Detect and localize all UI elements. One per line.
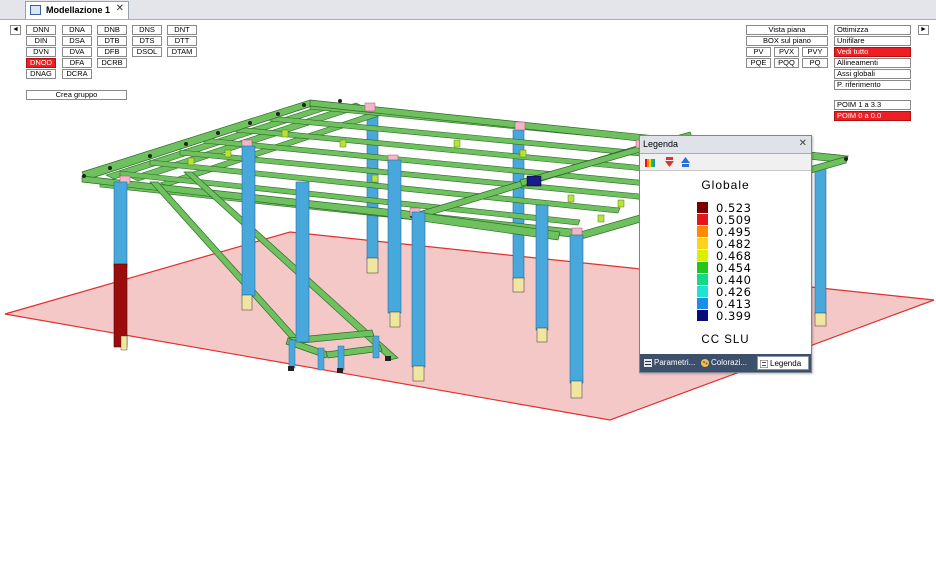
color-swatch	[697, 250, 708, 261]
filter-button-dns[interactable]: DNS	[132, 25, 162, 35]
filter-button-dtb[interactable]: DTB	[97, 36, 127, 46]
pqq-button[interactable]: PQQ	[774, 58, 799, 68]
pv-button[interactable]: PV	[746, 47, 771, 57]
box-sul-piano-button[interactable]: BOX sul piano	[746, 36, 828, 46]
filter-button-dsa[interactable]: DSA	[62, 36, 92, 46]
color-scale-icon[interactable]	[645, 157, 656, 167]
color-swatch	[697, 214, 708, 225]
scroll-right-button[interactable]: ►	[918, 25, 929, 35]
pvx-button[interactable]: PVX	[774, 47, 799, 57]
assi-globali-button[interactable]: Assi globali	[834, 69, 911, 79]
pvy-button[interactable]: PVY	[802, 47, 828, 57]
filter-button-dna[interactable]: DNA	[62, 25, 92, 35]
unifilare-button[interactable]: Unifilare	[834, 36, 911, 46]
tab-label: Legenda	[770, 359, 802, 368]
document-tab-bar: Modellazione 1 ✕	[0, 0, 936, 20]
legend-icon	[760, 360, 768, 368]
color-swatch	[697, 274, 708, 285]
filter-button-dnb[interactable]: DNB	[97, 25, 127, 35]
legend-title: Legenda	[643, 139, 679, 149]
filter-button-dsol[interactable]: DSOL	[132, 47, 162, 57]
allineamenti-button[interactable]: Allineamenti	[834, 58, 911, 68]
color-swatch	[697, 286, 708, 297]
color-swatch	[697, 298, 708, 309]
legend-heading: Globale	[701, 178, 750, 192]
filter-button-dcra[interactable]: DCRA	[62, 69, 92, 79]
legend-load-case: CC SLU	[701, 334, 750, 346]
parameters-icon	[644, 359, 652, 367]
filter-button-dnn[interactable]: DNN	[26, 25, 56, 35]
tab-parametri[interactable]: Parametri...	[642, 356, 698, 370]
filter-button-dcrb[interactable]: DCRB	[97, 58, 127, 68]
vedi-tutto-button[interactable]: Vedi tutto	[834, 47, 911, 57]
filter-button-dtt[interactable]: DTT	[167, 36, 197, 46]
poim-range-2-button[interactable]: POIM 0 a 0.0	[834, 111, 911, 121]
p-riferimento-button[interactable]: P. riferimento	[834, 80, 911, 90]
tab-colorazione[interactable]: Colorazi...	[699, 356, 755, 370]
ottimizza-button[interactable]: Ottimizza	[834, 25, 911, 35]
poim-range-1-button[interactable]: POIM 1 a 3.3	[834, 100, 911, 110]
legend-panel: Legenda ✕ Globale 0.523 0.509 0.495 0.48…	[639, 135, 812, 373]
color-swatch	[697, 310, 708, 321]
close-icon[interactable]: ✕	[116, 3, 124, 14]
legend-tab-strip: Parametri... Colorazi... Legenda	[640, 354, 811, 372]
move-down-icon[interactable]	[664, 157, 675, 167]
vista-piana-button[interactable]: Vista piana	[746, 25, 828, 35]
filter-button-dnod[interactable]: DNOD	[26, 58, 56, 68]
filter-button-dfa[interactable]: DFA	[62, 58, 92, 68]
move-up-icon[interactable]	[680, 157, 691, 167]
color-swatch	[697, 262, 708, 273]
palette-icon	[701, 359, 709, 367]
color-swatch	[697, 202, 708, 213]
tab-modellazione[interactable]: Modellazione 1 ✕	[25, 1, 129, 19]
filter-button-din[interactable]: DIN	[26, 36, 56, 46]
filter-button-dnt[interactable]: DNT	[167, 25, 197, 35]
filter-button-dts[interactable]: DTS	[132, 36, 162, 46]
color-swatch	[697, 226, 708, 237]
scale-value: 0.399	[716, 309, 752, 323]
close-icon[interactable]: ✕	[799, 138, 807, 149]
filter-button-dvn[interactable]: DVN	[26, 47, 56, 57]
tab-label: Modellazione 1	[46, 5, 111, 15]
filter-button-dva[interactable]: DVA	[62, 47, 92, 57]
filter-button-dnag[interactable]: DNAG	[26, 69, 56, 79]
color-swatch	[697, 238, 708, 249]
tab-legenda[interactable]: Legenda	[757, 356, 809, 370]
model-grid-icon	[30, 5, 41, 15]
tab-label: Colorazi...	[711, 358, 748, 367]
crea-gruppo-button[interactable]: Crea gruppo	[26, 90, 127, 100]
tab-label: Parametri...	[654, 358, 696, 367]
legend-title-bar[interactable]: Legenda ✕	[640, 136, 811, 154]
scroll-left-button[interactable]: ◄	[10, 25, 21, 35]
pq-button[interactable]: PQ	[802, 58, 828, 68]
pqe-button[interactable]: PQE	[746, 58, 771, 68]
filter-button-dfb[interactable]: DFB	[97, 47, 127, 57]
dark-connection-node	[526, 175, 542, 187]
legend-toolbar	[640, 154, 811, 171]
filter-button-dtam[interactable]: DTAM	[167, 47, 197, 57]
